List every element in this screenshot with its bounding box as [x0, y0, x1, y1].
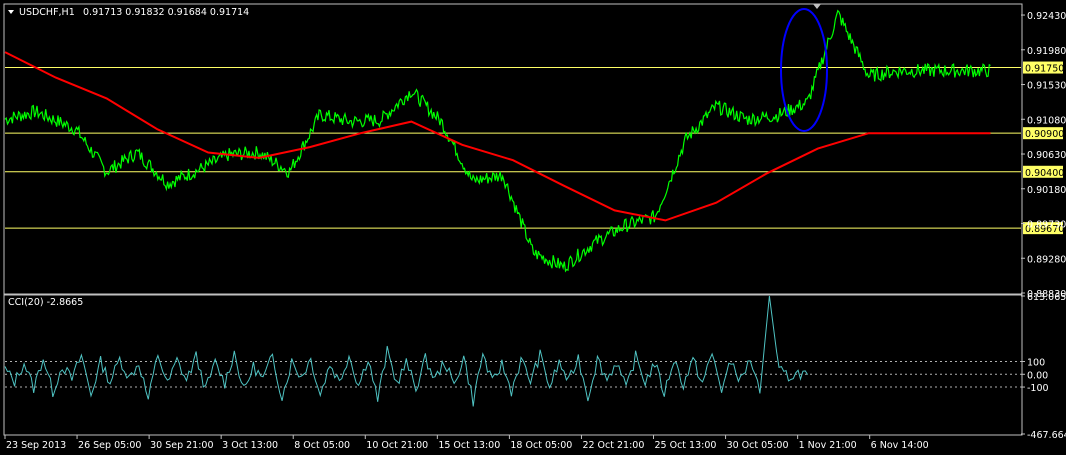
- cci-tick-label-3: -100: [1027, 383, 1049, 394]
- chart-symbol-label: USDCHF,H1: [19, 7, 75, 18]
- horizontal-lines: 0.917500.909000.904000.89670: [5, 61, 1064, 235]
- cci-series-line: [4, 295, 809, 407]
- price-tick-label-4: 0.90630: [1027, 150, 1066, 161]
- time-tick-label-12: 6 Nov 14:00: [871, 440, 929, 451]
- time-tick-label-3: 3 Oct 13:00: [222, 440, 278, 451]
- cci-tick-label-2: 0.00: [1027, 370, 1048, 381]
- hline-label-0: 0.91750: [1025, 64, 1064, 75]
- hline-label-2: 0.90400: [1025, 168, 1064, 179]
- time-tick-label-8: 22 Oct 21:00: [582, 440, 644, 451]
- price-tick-label-0: 0.92430: [1027, 11, 1066, 22]
- price-tick-label-2: 0.91530: [1027, 81, 1066, 92]
- chart-ohlc-values: 0.91713 0.91832 0.91684 0.91714: [83, 7, 249, 18]
- cci-axis: 613.0659 1000.00 -100 -467.6643: [1021, 292, 1066, 441]
- time-tick-label-7: 18 Oct 05:00: [510, 440, 572, 451]
- hline-label-1: 0.90900: [1025, 129, 1064, 140]
- cci-panel-frame: [3, 294, 1023, 436]
- cci-tick-label-0: 613.0659: [1027, 292, 1066, 303]
- time-axis: 23 Sep 2013 26 Sep 05:00 30 Sep 21:00 3 Oct…: [4, 435, 929, 451]
- cci-indicator-label: CCI(20) -2.8665: [8, 297, 83, 308]
- time-tick-label-5: 10 Oct 21:00: [366, 440, 428, 451]
- chart-menu-triangle-icon[interactable]: [8, 10, 14, 14]
- price-tick-label-3: 0.91080: [1027, 115, 1066, 126]
- moving-average-line: [4, 51, 991, 222]
- time-tick-label-11: 1 Nov 21:00: [799, 440, 857, 451]
- price-axis: 0.92430 0.91980 0.91530 0.91080 0.90630 0.901…: [1021, 11, 1066, 300]
- cci-level-lines: [5, 361, 1021, 388]
- chart-canvas: 0.917500.909000.904000.89670 0.924300.91…: [3, 3, 1066, 451]
- shift-marker-icon[interactable]: [813, 4, 821, 9]
- time-tick-label-9: 25 Oct 13:00: [655, 440, 717, 451]
- price-tick-label-5: 0.90180: [1027, 185, 1066, 196]
- highlight-ellipse: [780, 8, 828, 132]
- time-tick-label-2: 30 Sep 21:00: [150, 440, 213, 451]
- time-tick-label-4: 8 Oct 05:00: [294, 440, 350, 451]
- price-tick-label-6: 0.89730: [1027, 220, 1066, 231]
- time-tick-label-0: 23 Sep 2013: [6, 440, 66, 451]
- time-tick-label-1: 26 Sep 05:00: [78, 440, 141, 451]
- time-tick-label-6: 15 Oct 13:00: [438, 440, 500, 451]
- price-panel-frame: [3, 3, 1023, 295]
- cci-tick-label-4: -467.6643: [1027, 430, 1066, 441]
- cci-tick-label-1: 100: [1027, 358, 1045, 369]
- time-tick-label-10: 30 Oct 05:00: [727, 440, 789, 451]
- price-tick-label-7: 0.89280: [1027, 254, 1066, 265]
- price-tick-label-1: 0.91980: [1027, 46, 1066, 57]
